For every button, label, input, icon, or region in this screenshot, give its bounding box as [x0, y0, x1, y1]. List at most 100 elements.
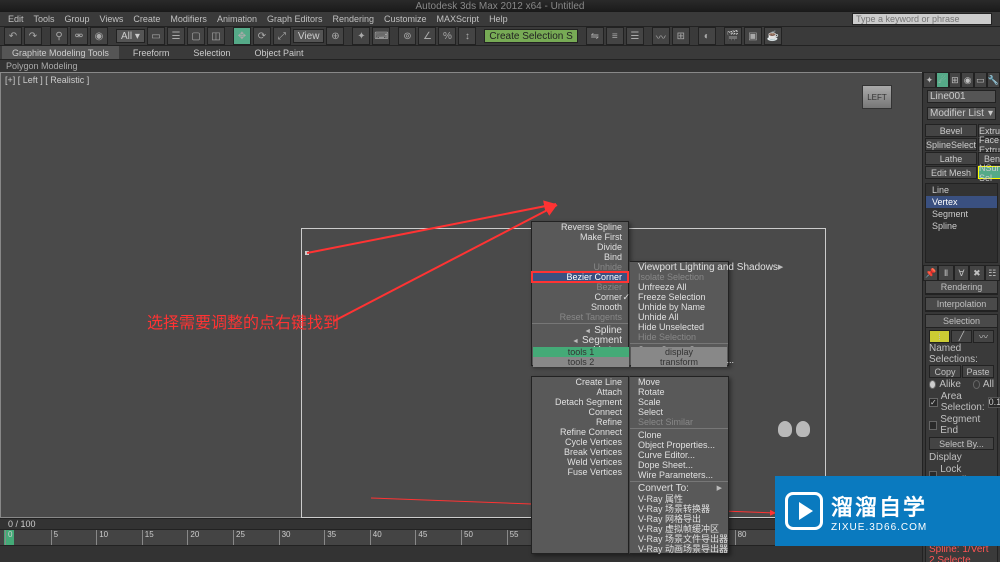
ctx-isolate[interactable]: Isolate Selection	[630, 272, 728, 282]
mirror-button[interactable]: ⇋	[586, 27, 604, 45]
undo-button[interactable]: ↶	[4, 27, 22, 45]
keyboard-shortcut-button[interactable]: ⌨	[372, 27, 390, 45]
subobj-vertex-button[interactable]: ⁞	[929, 330, 950, 343]
tab-motion-icon[interactable]: ◉	[961, 72, 974, 88]
pin-stack-icon[interactable]: 📌	[923, 265, 938, 281]
spinner-snap-button[interactable]: ↕	[458, 27, 476, 45]
ctx-vp-lighting[interactable]: Viewport Lighting and Shadows▶	[630, 262, 728, 272]
check-area-selection[interactable]: Area Selection:	[929, 391, 994, 413]
ribbon-tab-freeform[interactable]: Freeform	[123, 46, 180, 59]
menu-modifiers[interactable]: Modifiers	[170, 14, 207, 24]
select-name-button[interactable]: ☰	[167, 27, 185, 45]
ctx-cycle-vertices[interactable]: Cycle Vertices	[532, 437, 628, 447]
ctx-smooth[interactable]: Smooth	[532, 302, 628, 312]
viewcube[interactable]: LEFT	[862, 85, 892, 109]
ctx-hide-selection[interactable]: Hide Selection	[630, 332, 728, 342]
modifier-stack[interactable]: Line Vertex Segment Spline	[925, 183, 998, 263]
menu-help[interactable]: Help	[489, 14, 508, 24]
ctx-wire-parameters[interactable]: Wire Parameters...	[630, 470, 728, 480]
ctx-create-line[interactable]: Create Line	[532, 377, 628, 387]
selection-filter-dropdown[interactable]: All ▾	[116, 29, 145, 43]
select-scale-button[interactable]: ⤢	[273, 27, 291, 45]
ctx-unhide[interactable]: Unhide	[532, 262, 628, 272]
modifier-list-dropdown[interactable]: Modifier List▾	[927, 107, 996, 120]
ref-coord-dropdown[interactable]: View	[293, 29, 325, 43]
ctx-make-first[interactable]: Make First	[532, 232, 628, 242]
search-input[interactable]	[852, 13, 992, 25]
configure-sets-icon[interactable]: ☷	[985, 265, 1000, 281]
btn-edit-mesh[interactable]: Edit Mesh	[925, 166, 977, 179]
ctx-scale[interactable]: Scale	[630, 397, 728, 407]
percent-snap-button[interactable]: %	[438, 27, 456, 45]
stack-line[interactable]: Line	[926, 184, 997, 196]
menu-views[interactable]: Views	[100, 14, 124, 24]
ctx-bezier-corner[interactable]: Bezier Corner	[532, 272, 628, 282]
ctx-refine[interactable]: Refine	[532, 417, 628, 427]
ctx-bind[interactable]: Bind	[532, 252, 628, 262]
select-object-button[interactable]: ▭	[147, 27, 165, 45]
link-button[interactable]: ⚲	[50, 27, 68, 45]
curve-editor-button[interactable]: 〰	[652, 27, 670, 45]
stack-spline[interactable]: Spline	[926, 220, 997, 232]
render-setup-button[interactable]: 🎬	[724, 27, 742, 45]
menu-graph-editors[interactable]: Graph Editors	[267, 14, 323, 24]
ctx-sub-spline[interactable]: Spline	[532, 325, 628, 335]
ctx-divide[interactable]: Divide	[532, 242, 628, 252]
ctx-freeze-selection[interactable]: Freeze Selection	[630, 292, 728, 302]
viewport-left[interactable]: [+] [ Left ] [ Realistic ] LEFT 选择需要调整的点…	[0, 72, 922, 518]
ctx-unhide-by-name[interactable]: Unhide by Name	[630, 302, 728, 312]
tab-display-icon[interactable]: ▭	[974, 72, 987, 88]
object-name-field[interactable]: Line001	[927, 90, 996, 103]
render-button[interactable]: ☕	[764, 27, 782, 45]
btn-nsurf-sel[interactable]: NSurf Sel	[978, 166, 1000, 179]
subobj-segment-button[interactable]: ╱	[951, 330, 972, 343]
ctx-select[interactable]: Select	[630, 407, 728, 417]
stack-vertex[interactable]: Vertex	[926, 196, 997, 208]
ribbon-tab-graphite[interactable]: Graphite Modeling Tools	[2, 46, 119, 59]
bind-button[interactable]: ◉	[90, 27, 108, 45]
show-end-icon[interactable]: Ⅱ	[938, 265, 953, 281]
btn-lathe[interactable]: Lathe	[925, 152, 977, 165]
ctx-move[interactable]: Move	[630, 377, 728, 387]
menu-maxscript[interactable]: MAXScript	[437, 14, 480, 24]
window-crossing-button[interactable]: ◫	[207, 27, 225, 45]
tab-modify-icon[interactable]: ☄	[936, 72, 949, 88]
ctx-reverse-spline[interactable]: Reverse Spline	[532, 222, 628, 232]
remove-mod-icon[interactable]: ✖	[969, 265, 984, 281]
btn-splineselect[interactable]: SplineSelect	[925, 138, 977, 151]
redo-button[interactable]: ↷	[24, 27, 42, 45]
ctx-break-vertices[interactable]: Break Vertices	[532, 447, 628, 457]
material-editor-button[interactable]: ◐	[698, 27, 716, 45]
spline-vertex[interactable]	[305, 251, 309, 255]
menu-rendering[interactable]: Rendering	[333, 14, 375, 24]
select-by-button[interactable]: Select By...	[929, 437, 994, 450]
ctx-rotate[interactable]: Rotate	[630, 387, 728, 397]
select-region-button[interactable]: ▢	[187, 27, 205, 45]
ctx-attach[interactable]: Attach	[532, 387, 628, 397]
ctx-vray-anim-export[interactable]: V-Ray 动画场景导出器	[630, 543, 728, 553]
unlink-button[interactable]: ⚮	[70, 27, 88, 45]
ctx-object-properties[interactable]: Object Properties...	[630, 440, 728, 450]
ribbon-tab-object-paint[interactable]: Object Paint	[244, 46, 313, 59]
menu-customize[interactable]: Customize	[384, 14, 427, 24]
ctx-connect[interactable]: Connect	[532, 407, 628, 417]
ctx-unhide-all[interactable]: Unhide All	[630, 312, 728, 322]
ctx-hide-unselected[interactable]: Hide Unselected	[630, 322, 728, 332]
tab-utilities-icon[interactable]: 🔧	[987, 72, 1000, 88]
layers-button[interactable]: ☰	[626, 27, 644, 45]
render-frame-button[interactable]: ▣	[744, 27, 762, 45]
manipulate-button[interactable]: ✦	[352, 27, 370, 45]
ctx-refine-connect[interactable]: Refine Connect	[532, 427, 628, 437]
select-move-button[interactable]: ✥	[233, 27, 251, 45]
check-segment-end[interactable]: Segment End	[929, 414, 994, 436]
unique-icon[interactable]: ∀	[954, 265, 969, 281]
viewport-label[interactable]: [+] [ Left ] [ Realistic ]	[5, 75, 89, 85]
align-button[interactable]: ≡	[606, 27, 624, 45]
ctx-select-similar[interactable]: Select Similar	[630, 417, 728, 427]
ctx-reset-tangents[interactable]: Reset Tangents	[532, 312, 628, 322]
tab-hierarchy-icon[interactable]: ⊞	[949, 72, 962, 88]
radio-alike[interactable]: Alike All	[929, 379, 994, 390]
copy-sel-button[interactable]: Copy	[929, 365, 961, 378]
ctx-unfreeze-all[interactable]: Unfreeze All	[630, 282, 728, 292]
ribbon-tab-selection[interactable]: Selection	[183, 46, 240, 59]
